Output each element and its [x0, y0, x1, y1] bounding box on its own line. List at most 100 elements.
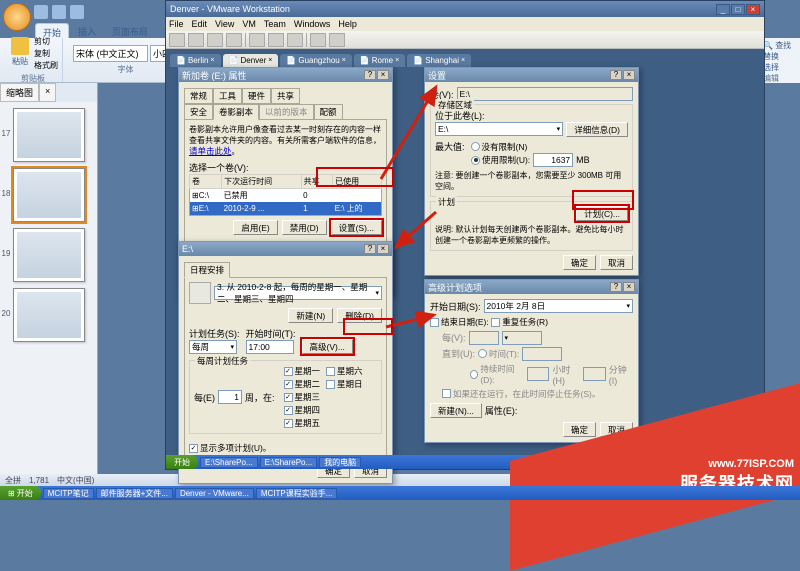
copy-button[interactable]: 复制 — [34, 48, 58, 59]
fullscreen-icon[interactable] — [310, 33, 326, 47]
task-freq-select[interactable]: 每周 — [189, 340, 237, 354]
vm-tab-denver[interactable]: 📄Denver× — [223, 54, 279, 67]
outline-tab[interactable]: × — [39, 83, 56, 102]
close-button[interactable]: × — [746, 4, 760, 15]
chk-tue[interactable]: ✓星期二 — [284, 378, 321, 390]
unity-icon[interactable] — [329, 33, 345, 47]
close-icon[interactable]: × — [623, 70, 635, 80]
uselimit-radio[interactable]: 使用限制(U): — [471, 154, 530, 166]
min-button[interactable]: _ — [716, 4, 730, 15]
tab-previous[interactable]: 以前的版本 — [259, 104, 314, 120]
tab-quota[interactable]: 配额 — [314, 104, 343, 120]
qat-save-icon[interactable] — [34, 5, 48, 19]
help-icon[interactable]: ? — [610, 70, 622, 80]
show-multi-check[interactable]: ✓显示多项计划(U)。 — [189, 442, 271, 454]
chk-sun[interactable]: 星期日 — [326, 378, 363, 390]
chk-wed[interactable]: ✓星期三 — [284, 391, 321, 403]
tab-general[interactable]: 常规 — [184, 88, 213, 104]
lang-indicator[interactable]: 中文(中国) — [57, 475, 94, 486]
tab-tools[interactable]: 工具 — [213, 88, 242, 104]
font-name-select[interactable]: 宋体 (中文正文) — [73, 45, 148, 62]
storage-volume-select[interactable]: E:\ — [435, 122, 563, 136]
tab-sharing[interactable]: 共享 — [271, 88, 300, 104]
menu-vm[interactable]: VM — [242, 19, 256, 29]
start-date-picker[interactable]: 2010年 2月 8日 — [484, 299, 634, 313]
guest-start-button[interactable]: 开始 — [166, 455, 198, 469]
schedule-button[interactable]: 计划(C)... — [576, 206, 628, 221]
help-icon[interactable]: ? — [364, 70, 376, 80]
click-here-link[interactable]: 请单击此处 — [189, 146, 232, 156]
limit-input[interactable]: 1637 — [533, 153, 573, 167]
format-painter-button[interactable]: 格式刷 — [34, 60, 58, 71]
delete-schedule-button[interactable]: 删除(D) — [337, 308, 382, 323]
vm-tab-berlin[interactable]: 📄Berlin× — [170, 54, 221, 67]
repeat-task-check[interactable]: 重复任务(R) — [491, 316, 548, 328]
find-button[interactable]: 🔍 查找 — [763, 40, 798, 51]
menu-edit[interactable]: Edit — [192, 19, 208, 29]
slide-thumb-20[interactable]: 20 — [13, 288, 85, 342]
ime-indicator[interactable]: 全拼 — [5, 475, 21, 486]
tab-schedule[interactable]: 日程安排 — [184, 262, 230, 278]
thumbnail-tab[interactable]: 缩略图 — [0, 83, 39, 102]
menu-file[interactable]: File — [169, 19, 184, 29]
reset-icon[interactable] — [226, 33, 242, 47]
manager-icon[interactable] — [287, 33, 303, 47]
max-button[interactable]: □ — [731, 4, 745, 15]
qat-undo-icon[interactable] — [52, 5, 66, 19]
close-icon[interactable]: × — [377, 244, 389, 254]
tab-shadow-copies[interactable]: 卷影副本 — [213, 104, 259, 120]
office-button[interactable] — [3, 3, 31, 31]
help-icon[interactable]: ? — [610, 282, 622, 292]
guest-tb-item[interactable]: E:\SharePo... — [260, 457, 318, 468]
power-off-icon[interactable] — [188, 33, 204, 47]
power-on-icon[interactable] — [169, 33, 185, 47]
paste-button[interactable]: 粘贴 — [8, 36, 32, 71]
host-start-button[interactable]: ⊞ 开始 — [0, 486, 41, 500]
vm-tab-guangzhou[interactable]: 📄Guangzhou× — [280, 54, 351, 67]
disable-button[interactable]: 禁用(D) — [282, 220, 327, 235]
cancel-button[interactable]: 取消 — [600, 255, 633, 270]
suspend-icon[interactable] — [207, 33, 223, 47]
menu-view[interactable]: View — [215, 19, 234, 29]
tab-hardware[interactable]: 硬件 — [242, 88, 271, 104]
revert-icon[interactable] — [268, 33, 284, 47]
close-icon[interactable]: × — [623, 282, 635, 292]
end-date-check[interactable]: 结束日期(E): — [430, 316, 489, 328]
enable-button[interactable]: 启用(E) — [233, 220, 277, 235]
slide-thumb-17[interactable]: 17 — [13, 108, 85, 162]
vm-tab-rome[interactable]: 📄Rome× — [354, 54, 405, 67]
replace-button[interactable]: 替换 — [763, 51, 798, 62]
cut-button[interactable]: 剪切 — [34, 36, 58, 47]
chk-sat[interactable]: 星期六 — [326, 365, 363, 377]
advanced-button[interactable]: 高级(V)... — [302, 339, 353, 354]
chk-thu[interactable]: ✓星期四 — [284, 404, 321, 416]
tab-security[interactable]: 安全 — [184, 104, 213, 120]
slide-thumb-19[interactable]: 19 — [13, 228, 85, 282]
close-icon[interactable]: × — [377, 70, 389, 80]
guest-tb-item[interactable]: E:\SharePo... — [200, 457, 258, 468]
every-weeks-input[interactable]: 1 — [218, 390, 242, 404]
slide-thumb-18[interactable]: 18 — [13, 168, 85, 222]
tb-item[interactable]: 邮件服务器+文件... — [96, 488, 173, 499]
settings-button[interactable]: 设置(S)... — [331, 220, 382, 235]
chk-fri[interactable]: ✓星期五 — [284, 417, 321, 429]
ok-button[interactable]: 确定 — [563, 255, 596, 270]
nolimit-radio[interactable]: 没有限制(N) — [471, 141, 528, 153]
help-icon[interactable]: ? — [364, 244, 376, 254]
guest-tb-item[interactable]: 我的电脑 — [319, 457, 361, 468]
ok-button[interactable]: 确定 — [563, 422, 596, 437]
tb-item[interactable]: Denver - VMware... — [175, 488, 254, 499]
volume-list[interactable]: 卷下次运行时间共享已使用 ⊞C:\已禁用0 ⊞E:\2010-2-9 ...1E… — [189, 174, 382, 216]
schedule-summary-select[interactable]: 3. 从 2010-2-8 起，每周的星期一、星期二、星期三、星期四 — [214, 286, 382, 300]
chk-mon[interactable]: ✓星期一 — [284, 365, 321, 377]
menu-help[interactable]: Help — [338, 19, 357, 29]
adv-new-button[interactable]: 新建(N)... — [430, 403, 482, 418]
snapshot-icon[interactable] — [249, 33, 265, 47]
new-schedule-button[interactable]: 新建(N) — [288, 308, 333, 323]
qat-redo-icon[interactable] — [70, 5, 84, 19]
vm-tab-shanghai[interactable]: 📄Shanghai× — [407, 54, 471, 67]
select-button[interactable]: 选择 — [763, 62, 798, 73]
tb-item[interactable]: MCITP笔记 — [43, 488, 94, 499]
details-button[interactable]: 详细信息(D) — [566, 122, 628, 137]
vmware-titlebar[interactable]: Denver - VMware Workstation _ □ × — [166, 1, 764, 17]
